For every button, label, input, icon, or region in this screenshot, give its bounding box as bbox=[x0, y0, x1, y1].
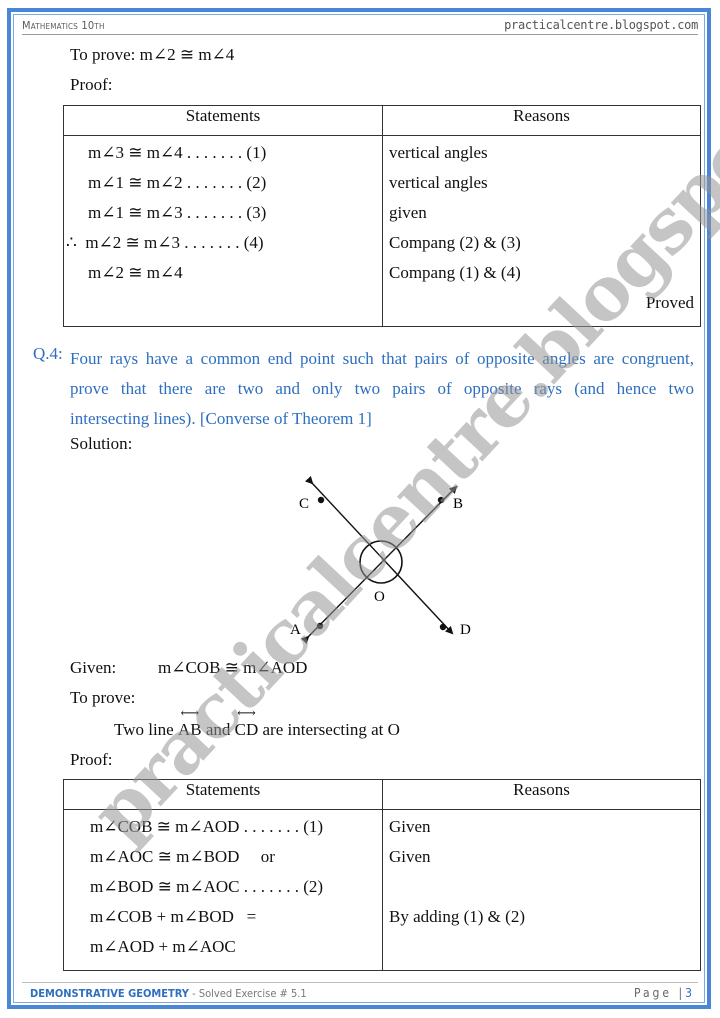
table2-statement: m∠AOC ≅ m∠BOD or bbox=[90, 847, 275, 866]
page-footer: DEMONSTRATIVE GEOMETRY - Solved Exercise… bbox=[22, 982, 698, 1003]
label-a: A bbox=[290, 622, 301, 638]
to-prove-1: To prove: m∠2 ≅ m∠4 bbox=[70, 45, 235, 64]
footer-topic: DEMONSTRATIVE GEOMETRY bbox=[30, 987, 189, 1000]
proof-label-1: Proof: bbox=[70, 75, 113, 94]
question-text: Four rays have a common end point such t… bbox=[70, 344, 694, 434]
proof-table-1: Statements Reasons m∠3 ≅ m∠4 . . . . . .… bbox=[63, 105, 701, 327]
table1-statement: m∠1 ≅ m∠2 . . . . . . . (2) bbox=[88, 173, 267, 192]
point-d bbox=[439, 623, 447, 631]
table2-reason: Given bbox=[389, 847, 431, 866]
table2-reason: Given bbox=[389, 817, 431, 836]
table1-statement: m∠2 ≅ m∠3 . . . . . . . (4) bbox=[85, 233, 264, 252]
therefore-symbol: ∴ bbox=[66, 233, 77, 252]
point-a bbox=[316, 622, 324, 630]
to-prove-label-2: To prove: bbox=[70, 688, 136, 707]
footer-exercise: - Solved Exercise # 5.1 bbox=[188, 987, 307, 1000]
line-ab-notation: AB bbox=[177, 706, 202, 740]
page-number-value: 3 bbox=[685, 986, 692, 1000]
label-o: O bbox=[374, 589, 385, 605]
page-label: Page | bbox=[633, 986, 686, 1000]
to-prove-text: are intersecting at O bbox=[258, 720, 400, 739]
proof-label-2: Proof: bbox=[70, 750, 113, 769]
label-d: D bbox=[460, 622, 471, 638]
table1-header-reasons: Reasons bbox=[382, 105, 701, 136]
table2-statement: m∠BOD ≅ m∠AOC . . . . . . . (2) bbox=[90, 877, 324, 896]
page-number: Page |3 bbox=[634, 986, 692, 1000]
question-line: intersecting lines). [Converse of Theore… bbox=[70, 409, 372, 428]
footer-chapter: DEMONSTRATIVE GEOMETRY - Solved Exercise… bbox=[30, 987, 307, 1000]
header-subject: Mathematics 10th bbox=[22, 19, 105, 32]
header-site: practicalcentre.blogspot.com bbox=[504, 18, 698, 32]
table2-statement: m∠COB ≅ m∠AOD . . . . . . . (1) bbox=[90, 817, 324, 836]
table2-header-reasons: Reasons bbox=[382, 779, 701, 810]
question-line: prove that there are two and only two pa… bbox=[70, 379, 694, 398]
given-value: m∠COB ≅ m∠AOD bbox=[158, 658, 308, 677]
point-b bbox=[437, 496, 445, 504]
to-prove-statement-2: Two line AB and CD are intersecting at O bbox=[114, 706, 400, 740]
angle-arc bbox=[359, 540, 403, 584]
table1-reason: vertical angles bbox=[389, 143, 488, 162]
table1-reason: vertical angles bbox=[389, 173, 488, 192]
given-label: Given: bbox=[70, 658, 117, 677]
point-c bbox=[317, 496, 325, 504]
line-cd-notation: CD bbox=[234, 706, 259, 740]
proved-label: Proved bbox=[645, 293, 694, 312]
table1-statement-therefore: ∴ m∠2 ≅ m∠3 . . . . . . . (4) bbox=[66, 228, 376, 258]
table2-reason bbox=[389, 932, 694, 962]
line-cd bbox=[304, 475, 454, 635]
table2-header-statements: Statements bbox=[63, 779, 383, 810]
solution-label: Solution: bbox=[70, 434, 133, 453]
question-line: Four rays have a common end point such t… bbox=[70, 349, 694, 368]
question-number: Q.4: bbox=[33, 344, 63, 363]
label-c: C bbox=[299, 496, 309, 512]
proof-table-2: Statements Reasons m∠COB ≅ m∠AOD . . . .… bbox=[63, 779, 701, 971]
table2-statement: m∠AOD + m∠AOC bbox=[90, 937, 236, 956]
intersecting-lines-diagram: C B A D O bbox=[290, 475, 471, 645]
table1-statement: m∠2 ≅ m∠4 bbox=[88, 263, 183, 282]
to-prove-text: and bbox=[201, 720, 235, 739]
to-prove-text: Two line bbox=[114, 720, 178, 739]
table1-reason: given bbox=[389, 203, 427, 222]
table2-statement: m∠COB + m∠BOD = bbox=[90, 907, 257, 926]
page-header: Mathematics 10th practicalcentre.blogspo… bbox=[22, 18, 698, 35]
table1-header-statements: Statements bbox=[63, 105, 383, 136]
table2-reason bbox=[389, 872, 694, 902]
table2-reason: By adding (1) & (2) bbox=[389, 907, 525, 926]
table1-reason: Compang (1) & (4) bbox=[389, 263, 521, 282]
table1-statement: m∠3 ≅ m∠4 . . . . . . . (1) bbox=[88, 143, 267, 162]
table1-statement: m∠1 ≅ m∠3 . . . . . . . (3) bbox=[88, 203, 267, 222]
label-b: B bbox=[453, 496, 463, 512]
table1-reason: Compang (2) & (3) bbox=[389, 233, 521, 252]
